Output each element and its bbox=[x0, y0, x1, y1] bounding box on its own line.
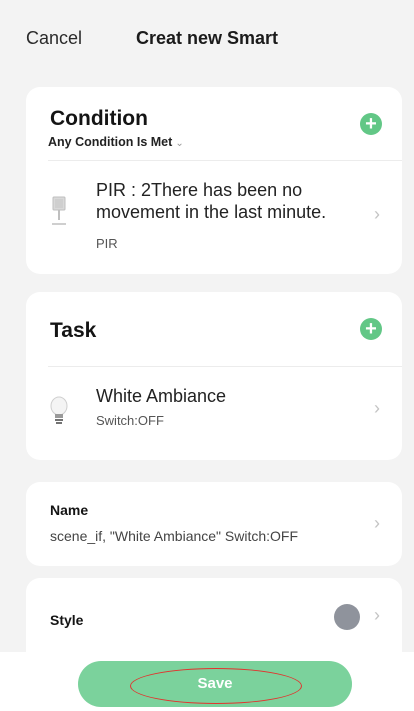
condition-description: PIR : 2There has been no movement in the… bbox=[96, 180, 327, 222]
add-condition-button[interactable]: + bbox=[360, 113, 382, 135]
condition-card: Condition Any Condition Is Met ⌄ + PIR : … bbox=[26, 87, 402, 274]
chevron-right-icon: › bbox=[374, 513, 380, 533]
task-header: Task + bbox=[26, 292, 402, 366]
chevron-right-icon: › bbox=[374, 605, 380, 625]
chevron-down-icon: ⌄ bbox=[175, 138, 184, 149]
plus-icon: + bbox=[365, 318, 377, 340]
light-bulb-icon bbox=[48, 394, 70, 433]
style-card[interactable]: Style › bbox=[26, 578, 402, 652]
condition-mode-label: Any Condition Is Met bbox=[48, 135, 173, 149]
motion-sensor-icon bbox=[48, 195, 70, 234]
task-action: Switch:OFF bbox=[96, 413, 164, 428]
style-label: Style bbox=[50, 612, 84, 628]
task-card: Task + White Ambiance Switch:OFF › bbox=[26, 292, 402, 460]
condition-list-item[interactable]: PIR : 2There has been no movement in the… bbox=[26, 161, 402, 274]
condition-device: PIR bbox=[96, 236, 118, 251]
task-list-item[interactable]: White Ambiance Switch:OFF › bbox=[26, 367, 402, 460]
style-color-swatch bbox=[334, 604, 360, 630]
name-label: Name bbox=[50, 502, 89, 518]
chevron-right-icon: › bbox=[374, 398, 380, 418]
add-task-button[interactable]: + bbox=[360, 318, 382, 340]
task-title: Task bbox=[50, 319, 97, 342]
condition-mode-selector[interactable]: Any Condition Is Met ⌄ bbox=[48, 135, 184, 149]
condition-header: Condition Any Condition Is Met ⌄ + bbox=[26, 87, 402, 167]
navigation-bar: Cancel Creat new Smart bbox=[0, 0, 414, 76]
plus-icon: + bbox=[365, 113, 377, 135]
name-card[interactable]: Name scene_if, "White Ambiance" Switch:O… bbox=[26, 482, 402, 566]
chevron-right-icon: › bbox=[374, 204, 380, 224]
condition-title: Condition bbox=[50, 107, 148, 130]
name-value: scene_if, "White Ambiance" Switch:OFF bbox=[50, 528, 299, 544]
task-device-name: White Ambiance bbox=[96, 386, 227, 406]
annotation-highlight-ring bbox=[130, 668, 302, 704]
page-title: Creat new Smart bbox=[135, 28, 279, 48]
